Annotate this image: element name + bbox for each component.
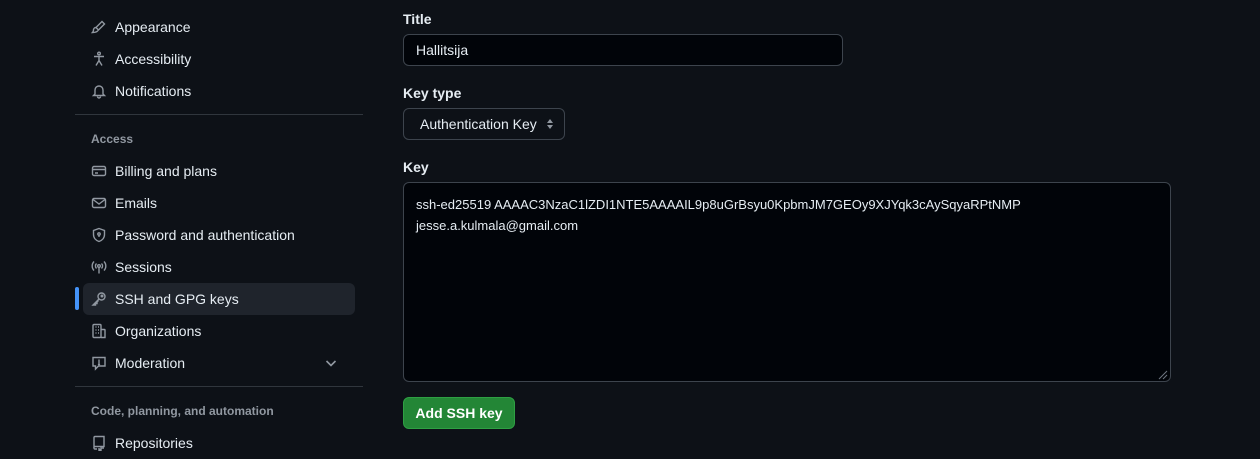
credit-card-icon — [91, 163, 107, 179]
shield-lock-icon — [91, 227, 107, 243]
key-type-label: Key type — [403, 85, 462, 101]
sidebar-item-label: SSH and GPG keys — [115, 291, 239, 307]
sidebar-item-label: Password and authentication — [115, 227, 295, 243]
key-text-line: ssh-ed25519 AAAAC3NzaC1lZDI1NTE5AAAAIL9p… — [416, 197, 1021, 212]
key-icon — [91, 291, 107, 307]
sidebar-item-label: Organizations — [115, 323, 202, 339]
organization-icon — [91, 323, 107, 339]
key-type-selected-value: Authentication Key — [420, 116, 537, 132]
sidebar-item-repositories[interactable]: Repositories — [83, 427, 355, 459]
title-input[interactable] — [403, 34, 843, 66]
settings-sidebar: Appearance Accessibility Notifications A… — [75, 0, 363, 455]
key-text-line: jesse.a.kulmala@gmail.com — [416, 218, 579, 233]
paintbrush-icon — [91, 19, 107, 35]
chevron-down-icon[interactable] — [323, 355, 339, 371]
key-type-select[interactable]: Authentication Key — [403, 108, 565, 140]
key-label: Key — [403, 159, 429, 175]
sidebar-item-ssh-gpg-keys[interactable]: SSH and GPG keys — [83, 283, 355, 315]
section-heading-access: Access — [91, 132, 134, 146]
sidebar-divider — [75, 386, 363, 387]
sidebar-item-appearance[interactable]: Appearance — [83, 11, 355, 43]
select-caret-icon — [545, 117, 555, 131]
sidebar-divider — [75, 114, 363, 115]
sidebar-item-label: Sessions — [115, 259, 172, 275]
bell-icon — [91, 83, 107, 99]
sidebar-item-emails[interactable]: Emails — [83, 187, 355, 219]
partial-icon — [91, 0, 107, 2]
sidebar-item-password-auth[interactable]: Password and authentication — [83, 219, 355, 251]
title-label: Title — [403, 11, 432, 27]
broadcast-icon — [91, 259, 107, 275]
repo-icon — [91, 435, 107, 451]
nav-item-partial[interactable] — [91, 0, 107, 2]
section-heading-code-planning: Code, planning, and automation — [91, 404, 274, 418]
sidebar-item-label: Appearance — [115, 19, 191, 35]
key-textarea[interactable]: ssh-ed25519 AAAAC3NzaC1lZDI1NTE5AAAAIL9p… — [403, 182, 1171, 382]
sidebar-item-label: Accessibility — [115, 51, 192, 67]
sidebar-item-label: Repositories — [115, 435, 193, 451]
sidebar-item-accessibility[interactable]: Accessibility — [83, 43, 355, 75]
sidebar-item-sessions[interactable]: Sessions — [83, 251, 355, 283]
sidebar-item-billing[interactable]: Billing and plans — [83, 155, 355, 187]
sidebar-item-label: Notifications — [115, 83, 192, 99]
sidebar-item-moderation[interactable]: Moderation — [83, 347, 355, 379]
accessibility-icon — [91, 51, 107, 67]
sidebar-item-notifications[interactable]: Notifications — [83, 75, 355, 107]
sidebar-item-label: Emails — [115, 195, 158, 211]
add-ssh-key-button[interactable]: Add SSH key — [403, 397, 515, 429]
resize-handle-icon[interactable] — [1155, 367, 1168, 380]
mail-icon — [91, 195, 107, 211]
report-icon — [91, 355, 107, 371]
sidebar-item-label: Moderation — [115, 355, 186, 371]
sidebar-item-organizations[interactable]: Organizations — [83, 315, 355, 347]
active-indicator — [75, 287, 79, 310]
sidebar-item-label: Billing and plans — [115, 163, 217, 179]
